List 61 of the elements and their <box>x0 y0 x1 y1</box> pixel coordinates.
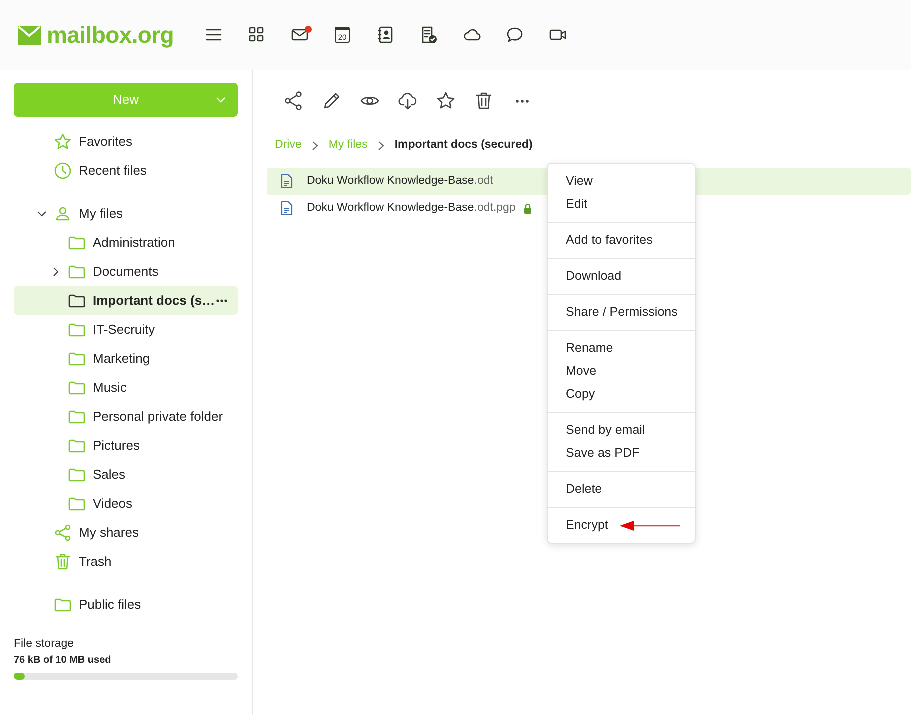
person-icon <box>54 204 72 222</box>
cloud-download-icon <box>398 91 418 111</box>
menu-item[interactable]: Edit <box>566 195 588 214</box>
arrow <box>620 520 682 530</box>
clock-icon <box>54 162 72 180</box>
sidebar-item[interactable]: IT-Secruity <box>14 315 238 344</box>
star-icon <box>436 91 456 111</box>
chevron-down-icon <box>216 97 226 103</box>
sidebar-item[interactable]: Recent files <box>14 156 238 185</box>
storage-title: File storage <box>14 637 76 652</box>
sidebar-item[interactable]: My files <box>14 199 238 228</box>
sidebar-item[interactable]: My shares <box>14 518 238 547</box>
grid-icon <box>248 26 266 44</box>
chevron-down-icon[interactable] <box>37 208 47 218</box>
document-icon <box>281 174 293 190</box>
menu-item[interactable]: View <box>566 172 593 191</box>
menu-item[interactable]: Rename <box>566 339 614 358</box>
sidebar-item[interactable]: Public files <box>14 590 238 619</box>
more-icon <box>216 299 228 303</box>
menu-item[interactable]: Add to favorites <box>566 231 653 250</box>
chat-bubble-icon <box>506 26 524 44</box>
menu-item[interactable]: Send by email <box>566 421 646 440</box>
menu-item[interactable]: Copy <box>566 385 596 404</box>
sidebar-item[interactable]: Videos <box>14 489 238 518</box>
chevron-right-icon[interactable] <box>51 266 61 276</box>
trash-icon <box>54 552 72 570</box>
sidebar-item[interactable]: Marketing <box>14 344 238 373</box>
file-name: Doku Workflow Knowledge-Base.odt <box>307 174 494 190</box>
chevron-right-icon <box>312 140 319 151</box>
contact-card-icon <box>376 26 394 44</box>
file-row[interactable]: Doku Workflow Knowledge-Base.odt.pgp <box>267 195 536 222</box>
file-name: Doku Workflow Knowledge-Base.odt.pgp <box>307 201 516 216</box>
star-icon <box>54 132 72 150</box>
menu-item[interactable]: Encrypt <box>566 516 608 535</box>
logo-text: mailbox.org <box>47 20 174 50</box>
share-icon <box>54 524 72 542</box>
sidebar-item[interactable]: Important docs (s… <box>14 286 238 315</box>
sidebar-item[interactable]: Documents <box>14 257 238 286</box>
menu-item[interactable]: Move <box>566 362 597 381</box>
breadcrumb-current: Important docs (secured) <box>394 138 533 153</box>
sidebar-item[interactable]: Music <box>14 373 238 402</box>
trash-icon <box>474 91 494 111</box>
share-icon <box>284 91 304 111</box>
menu-item[interactable]: Save as PDF <box>566 444 640 463</box>
menu-item[interactable]: Share / Permissions <box>566 303 678 322</box>
storage-usage: 76 kB of 10 MB used <box>14 654 112 668</box>
pencil-icon <box>322 91 342 111</box>
envelope-logo-icon <box>18 26 41 44</box>
notification-dot <box>305 26 312 33</box>
sidebar-item[interactable]: Personal private folder <box>14 402 238 431</box>
sidebar-item[interactable]: Pictures <box>14 431 238 460</box>
document-check-icon <box>420 26 438 44</box>
sidebar-item[interactable]: Sales <box>14 460 238 489</box>
menu-item[interactable]: Delete <box>566 480 602 499</box>
sidebar-item[interactable]: Trash <box>14 547 238 576</box>
menu-item[interactable]: Download <box>566 267 622 286</box>
sidebar-item[interactable]: Administration <box>14 228 238 257</box>
sidebar-item[interactable]: Favorites <box>14 127 238 156</box>
more-icon <box>516 100 528 102</box>
chevron-right-icon <box>378 140 385 151</box>
document-icon <box>281 201 293 216</box>
